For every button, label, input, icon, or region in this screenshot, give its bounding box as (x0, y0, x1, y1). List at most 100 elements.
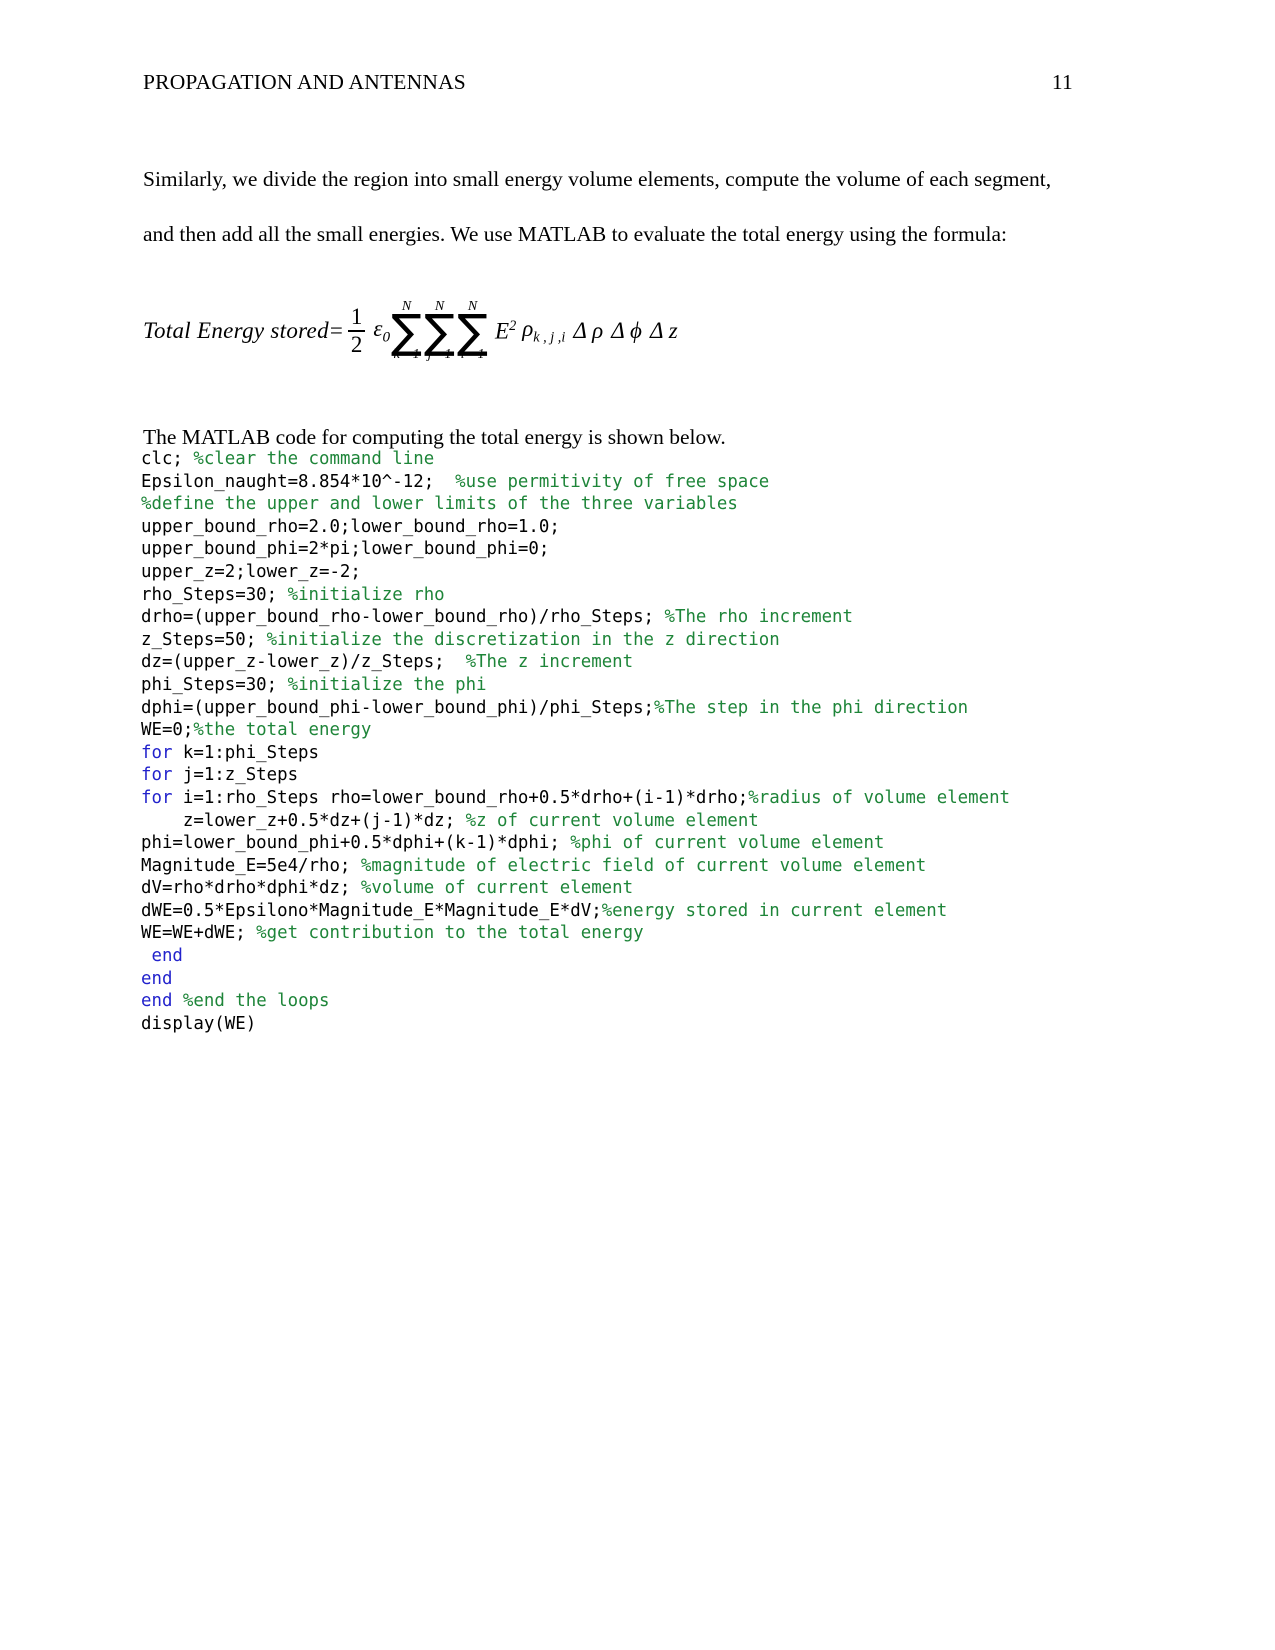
code-text: i=1:rho_Steps rho=lower_bound_rho+0.5*dr… (172, 787, 749, 808)
body-paragraph-1: Similarly, we divide the region into sma… (143, 166, 1052, 246)
code-keyword: end (141, 968, 173, 989)
code-keyword: for (141, 765, 173, 786)
delta-phi-term: Δ ϕ (611, 318, 642, 344)
code-comment: %magnitude of electric field of current … (360, 855, 927, 876)
code-text: display(WE) (141, 1013, 257, 1034)
code-line: drho=(upper_bound_rho-lower_bound_rho)/r… (141, 606, 1101, 629)
code-text: dWE=0.5*Epsilono*Magnitude_E*Magnitude_E… (141, 900, 602, 921)
rho-symbol: ρ (522, 315, 534, 341)
summation-i: N ∑ i =1 (457, 300, 488, 362)
code-text: WE=WE+dWE; (141, 923, 257, 944)
delta-rho-term: Δ ρ (573, 318, 604, 344)
sigma-icon: ∑ (391, 304, 423, 358)
code-comment: %energy stored in current element (601, 900, 948, 921)
code-text: upper_bound_phi=2*pi;lower_bound_phi=0; (141, 539, 550, 560)
code-comment: %use permitivity of free space (455, 471, 770, 492)
code-comment: %phi of current volume element (570, 833, 885, 854)
code-comment: %The z increment (465, 652, 634, 673)
code-text: z_Steps=50; (141, 629, 267, 650)
display-formula: Total Energy stored = 1 2 ε0 N ∑ k =1 N … (143, 300, 678, 362)
code-line: for k=1:phi_Steps (141, 742, 1101, 765)
summation-j: N ∑ j =1 (424, 300, 455, 362)
code-comment: %z of current volume element (465, 810, 759, 831)
summation-k-lower-limit: k =1 (393, 347, 420, 363)
code-line: clc; %clear the command line (141, 448, 1101, 471)
code-line: for j=1:z_Steps (141, 764, 1101, 787)
document-page: PROPAGATION AND ANTENNAS 11 Similarly, w… (0, 0, 1275, 1650)
code-line: display(WE) (141, 1013, 1101, 1036)
rho-subscript: k , j ,i (533, 329, 566, 346)
code-line: rho_Steps=30; %initialize rho (141, 584, 1101, 607)
code-comment: %end the loops (182, 991, 330, 1012)
field-symbol: E (495, 318, 510, 344)
code-line: upper_bound_rho=2.0;lower_bound_rho=1.0; (141, 516, 1101, 539)
code-text: phi=lower_bound_phi+0.5*dphi+(k-1)*dphi; (141, 833, 571, 854)
code-comment: %The rho increment (664, 607, 853, 628)
code-line: %define the upper and lower limits of th… (141, 493, 1101, 516)
code-line: end (141, 968, 1101, 991)
code-comment: %define the upper and lower limits of th… (141, 494, 738, 515)
code-text: upper_z=2;lower_z=-2; (141, 561, 361, 582)
field-exponent: 2 (509, 317, 517, 334)
code-line: phi=lower_bound_phi+0.5*dphi+(k-1)*dphi;… (141, 832, 1101, 855)
code-comment: %initialize the phi (287, 674, 487, 695)
formula-one-half-fraction: 1 2 (347, 304, 366, 358)
sigma-icon: ∑ (424, 304, 456, 358)
summation-k: N ∑ k =1 (391, 300, 422, 362)
code-line: end %end the loops (141, 990, 1101, 1013)
code-keyword: for (141, 742, 173, 763)
code-line: dV=rho*drho*dphi*dz; %volume of current … (141, 877, 1101, 900)
code-comment: %the total energy (193, 720, 372, 741)
page-number: 11 (1051, 70, 1073, 94)
code-line: dphi=(upper_bound_phi-lower_bound_phi)/p… (141, 697, 1101, 720)
code-line: z_Steps=50; %initialize the discretizati… (141, 629, 1101, 652)
code-line: Magnitude_E=5e4/rho; %magnitude of elect… (141, 855, 1101, 878)
epsilon-nought-symbol: ε0 (373, 316, 390, 347)
code-line: Epsilon_naught=8.854*10^-12; %use permit… (141, 471, 1101, 494)
code-line: WE=0;%the total energy (141, 719, 1101, 742)
code-comment: %volume of current element (360, 878, 634, 899)
fraction-numerator: 1 (350, 304, 363, 330)
code-line: z=lower_z+0.5*dz+(j-1)*dz; %z of current… (141, 810, 1101, 833)
code-text: upper_bound_rho=2.0;lower_bound_rho=1.0; (141, 516, 560, 537)
code-keyword: end (141, 991, 173, 1012)
sigma-icon: ∑ (457, 304, 489, 358)
code-line: for i=1:rho_Steps rho=lower_bound_rho+0.… (141, 787, 1101, 810)
formula-left-hand-side: Total Energy stored (143, 318, 329, 344)
code-line: upper_bound_phi=2*pi;lower_bound_phi=0; (141, 538, 1101, 561)
matlab-code-block: clc; %clear the command line Epsilon_naug… (141, 448, 1101, 1035)
electric-field-squared-term: E2 (495, 318, 516, 345)
code-text: phi_Steps=30; (141, 674, 288, 695)
header-title: PROPAGATION AND ANTENNAS (143, 70, 466, 94)
code-comment: %The step in the phi direction (654, 697, 969, 718)
code-comment: %initialize rho (287, 584, 445, 605)
code-comment: %get contribution to the total energy (256, 923, 644, 944)
code-text: clc; (141, 449, 194, 469)
code-text: dz=(upper_z-lower_z)/z_Steps; (141, 652, 466, 673)
code-text: dphi=(upper_bound_phi-lower_bound_phi)/p… (141, 697, 655, 718)
code-text: dV=rho*drho*dphi*dz; (141, 878, 361, 899)
formula-equals-sign: = (329, 318, 343, 344)
code-text: j=1:z_Steps (172, 765, 299, 786)
code-comment: %initialize the discretization in the z … (266, 629, 780, 650)
code-line: end (141, 945, 1101, 968)
code-comment: %clear the command line (193, 449, 435, 469)
summation-i-lower-limit: i =1 (460, 347, 485, 363)
code-text: Epsilon_naught=8.854*10^-12; (141, 471, 456, 492)
code-comment: %radius of volume element (748, 787, 1011, 808)
code-text: WE=0; (141, 720, 194, 741)
code-line: dWE=0.5*Epsilono*Magnitude_E*Magnitude_E… (141, 900, 1101, 923)
fraction-denominator: 2 (350, 332, 363, 358)
code-line: dz=(upper_z-lower_z)/z_Steps; %The z inc… (141, 651, 1101, 674)
code-text: k=1:phi_Steps (172, 742, 320, 763)
code-line: WE=WE+dWE; %get contribution to the tota… (141, 922, 1101, 945)
code-text: Magnitude_E=5e4/rho; (141, 855, 361, 876)
code-text: drho=(upper_bound_rho-lower_bound_rho)/r… (141, 607, 665, 628)
code-keyword: for (141, 787, 173, 808)
epsilon-subscript: 0 (382, 328, 391, 346)
delta-z-term: Δ z (649, 318, 678, 344)
code-text: z=lower_z+0.5*dz+(j-1)*dz; (141, 810, 466, 831)
running-header: PROPAGATION AND ANTENNAS 11 (143, 70, 1073, 96)
